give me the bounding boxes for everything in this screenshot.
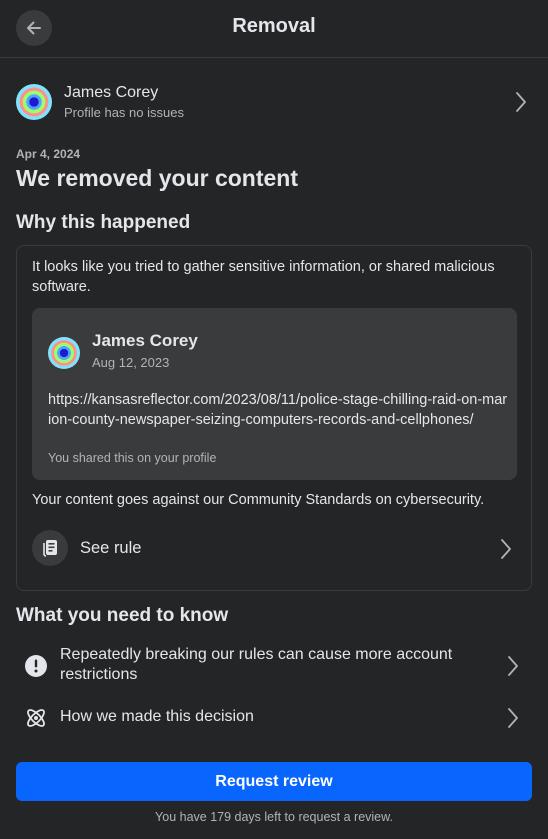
know-item-label: How we made this decision xyxy=(60,708,254,725)
see-rule-label: See rule xyxy=(80,539,142,557)
post-link[interactable]: https://kansasreflector.com/2023/08/11/p… xyxy=(48,390,508,430)
notice-date: Apr 4, 2024 xyxy=(16,147,81,161)
profile-status: Profile has no issues xyxy=(64,105,184,120)
chevron-right-icon xyxy=(508,656,518,676)
exclamation-circle-icon xyxy=(24,654,48,678)
post-note: You shared this on your profile xyxy=(48,451,217,465)
post-author: James Corey xyxy=(92,331,198,350)
notice-title: We removed your content xyxy=(16,165,299,191)
why-card: It looks like you tried to gather sensit… xyxy=(16,245,532,591)
page-title: Removal xyxy=(232,15,316,37)
why-explanation: It looks like you tried to gather sensit… xyxy=(32,259,495,295)
review-deadline-note: You have 179 days left to request a revi… xyxy=(155,810,393,824)
know-item-decision[interactable]: How we made this decision xyxy=(16,703,532,733)
profile-row[interactable]: James Corey Profile has no issues xyxy=(16,84,532,120)
standards-text: Your content goes against our Community … xyxy=(32,492,485,508)
atom-icon xyxy=(24,706,48,730)
know-item-restrictions[interactable]: Repeatedly breaking our rules can cause … xyxy=(16,645,532,687)
document-icon xyxy=(43,540,57,557)
chevron-right-icon xyxy=(501,539,511,559)
know-heading: What you need to know xyxy=(16,605,229,626)
know-item-label: Repeatedly breaking our rules can cause … xyxy=(60,646,453,683)
why-heading: Why this happened xyxy=(16,212,191,233)
post-date: Aug 12, 2023 xyxy=(92,355,170,370)
header: Removal xyxy=(0,0,548,58)
see-rule-button[interactable]: See rule xyxy=(32,530,522,568)
post-avatar xyxy=(48,337,80,369)
chevron-right-icon xyxy=(516,92,526,112)
removal-page: Removal James Corey Profile has no issue… xyxy=(0,0,548,839)
rule-icon-wrap xyxy=(32,530,68,566)
post-preview: James Corey Aug 12, 2023 https://kansasr… xyxy=(32,308,517,480)
profile-name: James Corey xyxy=(64,84,159,101)
chevron-right-icon xyxy=(508,708,518,728)
request-review-button[interactable]: Request review xyxy=(16,762,532,801)
avatar xyxy=(16,84,52,120)
